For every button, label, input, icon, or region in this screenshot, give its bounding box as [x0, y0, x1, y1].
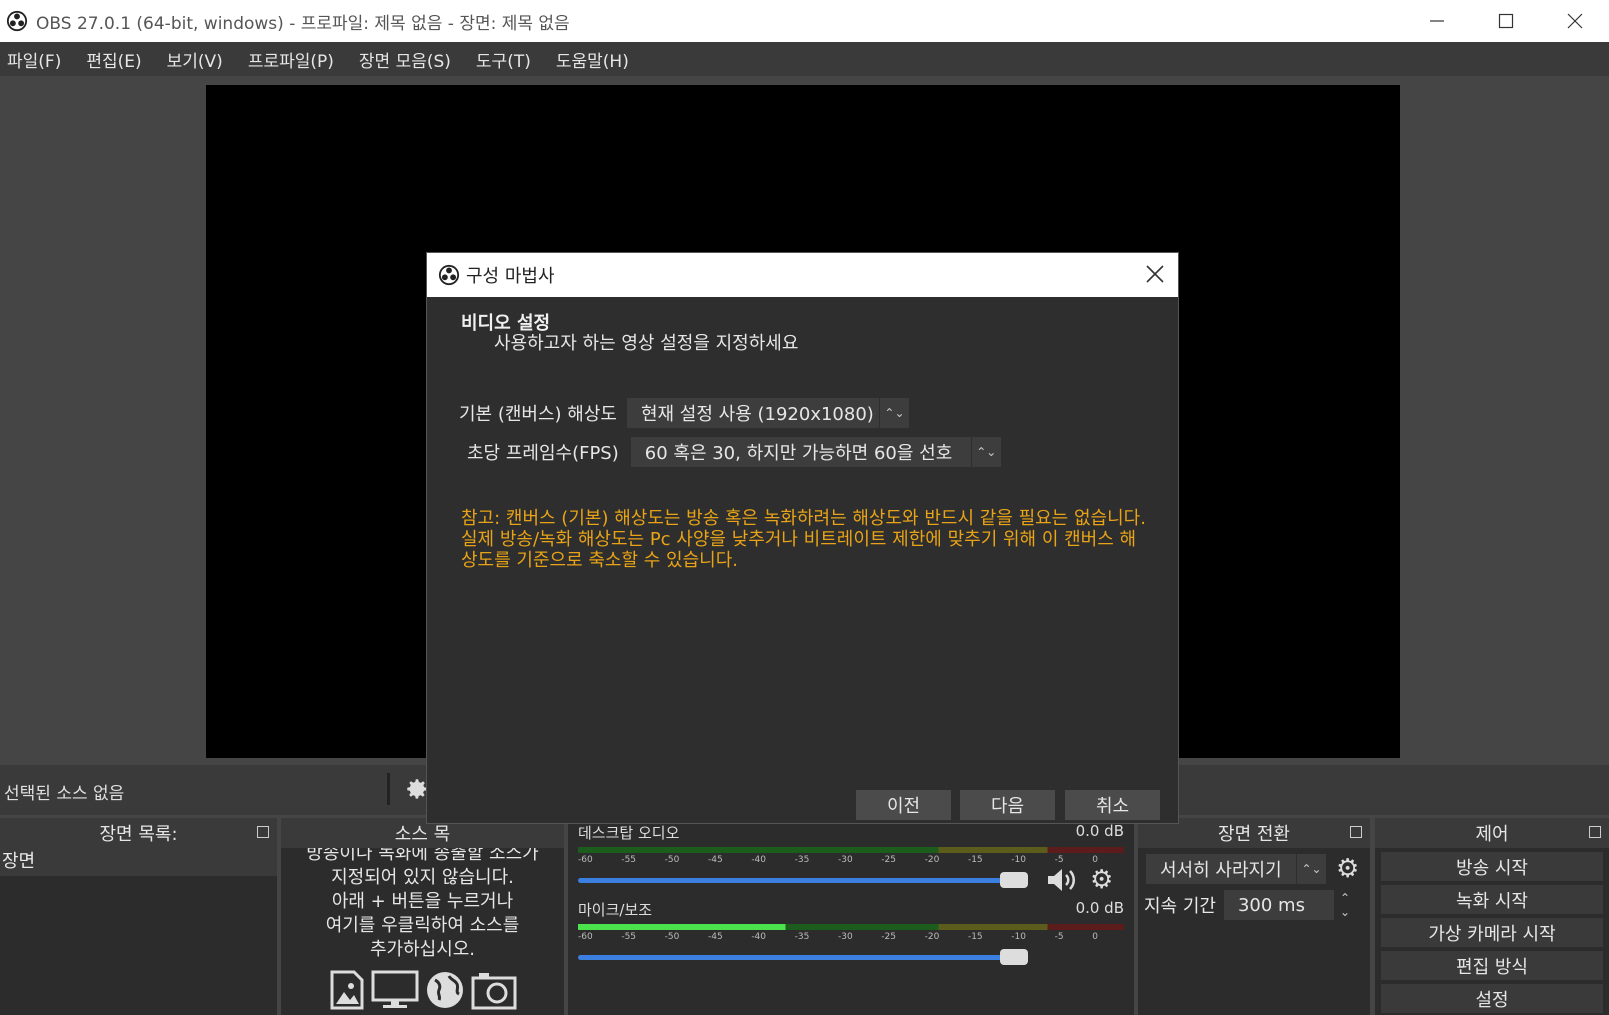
duration-spin-icon[interactable]: ⌃ ⌄: [1340, 891, 1350, 919]
transition-select-value: 서서히 사라지기: [1160, 860, 1282, 881]
audio-mixer-dock: 데스크탑 오디오 0.0 dB -60 -55 -50 -45 -40 -35 -30 -25…: [568, 818, 1134, 1015]
duration-input[interactable]: 300 ms: [1223, 890, 1334, 920]
base-resolution-row: 기본 (캔버스) 해상도 현재 설정 사용 (1920x1080) ⌃⌄: [459, 398, 909, 428]
channel-settings-gear-icon[interactable]: ⚙: [1090, 865, 1113, 895]
scenes-dock-title: 장면 목록:: [0, 818, 277, 848]
duration-value: 300 ms: [1237, 894, 1305, 916]
toolbar-separator: [387, 773, 390, 805]
base-resolution-value: 현재 설정 사용 (1920x1080): [640, 404, 874, 425]
image-source-icon: [330, 970, 363, 1010]
transitions-dock-title-text: 장면 전환: [1218, 824, 1290, 845]
obs-logo-icon: [438, 264, 460, 286]
scenes-dock: 장면 목록: 장면: [0, 818, 277, 1015]
auto-config-wizard-dialog: 구성 마법사 비디오 설정 사용하고자 하는 영상 설정을 지정하세요 기본 (…: [427, 253, 1178, 823]
volume-meter: [578, 847, 1124, 853]
duration-label: 지속 기간: [1144, 896, 1216, 917]
controls-dock-title-text: 제어: [1475, 824, 1509, 845]
sources-dock: 소스 목 방송이나 녹화에 송출할 소스가 지정되어 있지 않습니다. 아래 +…: [281, 818, 564, 1015]
mixer-channel: 마이크/보조 0.0 dB -60 -55 -50 -45 -40 -35 -30 -25 -2…: [568, 895, 1134, 972]
channel-name: 마이크/보조: [578, 901, 653, 919]
menu-help[interactable]: 도움말(H): [549, 47, 636, 72]
menu-view[interactable]: 보기(V): [160, 47, 230, 72]
studio-mode-button[interactable]: 편집 방식: [1381, 951, 1603, 980]
select-arrows-icon: ⌃⌄: [878, 398, 909, 428]
meter-ticks: -60 -55 -50 -45 -40 -35 -30 -25 -20 -15 -10 -5 0: [578, 932, 1098, 942]
hint-line: 지정되어 있지 않습니다.: [331, 867, 514, 888]
base-resolution-select[interactable]: 현재 설정 사용 (1920x1080) ⌃⌄: [626, 398, 909, 428]
window-titlebar: OBS 27.0.1 (64-bit, windows) - 프로파일: 제목 …: [0, 0, 1609, 42]
window-title: OBS 27.0.1 (64-bit, windows) - 프로파일: 제목 …: [36, 13, 570, 34]
hint-line: 아래 + 버튼을 누르거나: [331, 891, 514, 912]
sources-dock-title-text: 소스 목: [394, 824, 451, 845]
close-icon: [1567, 13, 1582, 29]
select-arrows-icon: ⌃⌄: [970, 437, 1001, 467]
volume-slider-handle[interactable]: [1000, 871, 1028, 888]
start-recording-button[interactable]: 녹화 시작: [1381, 885, 1603, 914]
wizard-title: 구성 마법사: [466, 266, 555, 287]
minimize-button[interactable]: [1402, 0, 1471, 42]
wizard-note: 참고: 캔버스 (기본) 해상도는 방송 혹은 녹화하려는 해상도와 반드시 같…: [461, 508, 1146, 571]
mixer-channel: 데스크탑 오디오 0.0 dB -60 -55 -50 -45 -40 -35 -30 -25…: [568, 818, 1134, 895]
no-source-label: 선택된 소스 없음: [4, 784, 125, 804]
close-window-button[interactable]: [1540, 0, 1609, 42]
fps-label: 초당 프레임수(FPS): [467, 443, 619, 464]
channel-name: 데스크탑 오디오: [578, 824, 680, 842]
volume-slider[interactable]: [578, 871, 1028, 888]
obs-logo-icon: [6, 10, 28, 32]
maximize-button[interactable]: [1471, 0, 1540, 42]
scene-list-item[interactable]: 장면: [0, 848, 277, 876]
camera-source-icon: [471, 973, 516, 1010]
menu-bar: 파일(F) 편집(E) 보기(V) 프로파일(P) 장면 모음(S) 도구(T)…: [0, 42, 1609, 76]
settings-button[interactable]: 설정: [1381, 984, 1603, 1013]
dock-float-icon[interactable]: [1350, 826, 1362, 838]
controls-dock-title: 제어: [1375, 818, 1609, 848]
speaker-icon[interactable]: [1046, 867, 1076, 893]
hint-line: 여기를 우클릭하여 소스를: [325, 915, 520, 936]
wizard-titlebar: 구성 마법사: [427, 253, 1178, 297]
sources-empty-hint[interactable]: 방송이나 녹화에 송출할 소스가 지정되어 있지 않습니다. 아래 + 버튼을 …: [281, 842, 564, 962]
fps-row: 초당 프레임수(FPS) 60 혹은 30, 하지만 가능하면 60을 선호 ⌃…: [467, 437, 1001, 467]
transition-select[interactable]: 서서히 사라지기 ⌃⌄: [1146, 854, 1326, 884]
channel-level: 0.0 dB: [1075, 822, 1124, 840]
hint-line: 추가하십시오.: [369, 939, 476, 960]
controls-dock: 제어 방송 시작 녹화 시작 가상 카메라 시작 편집 방식 설정: [1375, 818, 1609, 1015]
display-capture-icon: [371, 970, 418, 1008]
wizard-subheading: 사용하고자 하는 영상 설정을 지정하세요: [494, 333, 799, 354]
volume-meter: [578, 924, 1124, 930]
start-virtualcam-button[interactable]: 가상 카메라 시작: [1381, 918, 1603, 947]
volume-slider[interactable]: [578, 948, 1028, 965]
start-streaming-button[interactable]: 방송 시작: [1381, 852, 1603, 881]
maximize-icon: [1498, 13, 1513, 29]
select-arrows-icon: ⌃⌄: [1296, 854, 1326, 884]
base-resolution-label: 기본 (캔버스) 해상도: [459, 404, 617, 425]
volume-slider-handle[interactable]: [1000, 948, 1028, 965]
menu-tools[interactable]: 도구(T): [469, 47, 538, 72]
fps-value: 60 혹은 30, 하지만 가능하면 60을 선호: [644, 443, 953, 464]
meter-ticks: -60 -55 -50 -45 -40 -35 -30 -25 -20 -15 -10 -5 0: [578, 855, 1098, 865]
transitions-dock: 장면 전환 서서히 사라지기 ⌃⌄ ⚙ 지속 기간 300 ms ⌃ ⌄: [1138, 818, 1370, 1015]
next-button[interactable]: 다음: [960, 790, 1055, 820]
cancel-button[interactable]: 취소: [1065, 790, 1160, 820]
back-button[interactable]: 이전: [856, 790, 951, 820]
fps-select[interactable]: 60 혹은 30, 하지만 가능하면 60을 선호 ⌃⌄: [630, 437, 1001, 467]
scenes-dock-title-text: 장면 목록:: [99, 824, 178, 845]
transition-settings-gear-icon[interactable]: ⚙: [1336, 854, 1359, 884]
menu-profile[interactable]: 프로파일(P): [241, 47, 341, 72]
browser-source-icon: [426, 972, 463, 1008]
minimize-icon: [1429, 20, 1444, 22]
dock-float-icon[interactable]: [257, 826, 269, 838]
menu-edit[interactable]: 편집(E): [79, 47, 148, 72]
channel-level: 0.0 dB: [1075, 899, 1124, 917]
wizard-close-icon[interactable]: [1144, 263, 1166, 285]
menu-file[interactable]: 파일(F): [0, 47, 68, 72]
dock-float-icon[interactable]: [1589, 826, 1601, 838]
source-type-icons: [281, 970, 564, 1010]
menu-scene-collection[interactable]: 장면 모음(S): [352, 47, 458, 72]
